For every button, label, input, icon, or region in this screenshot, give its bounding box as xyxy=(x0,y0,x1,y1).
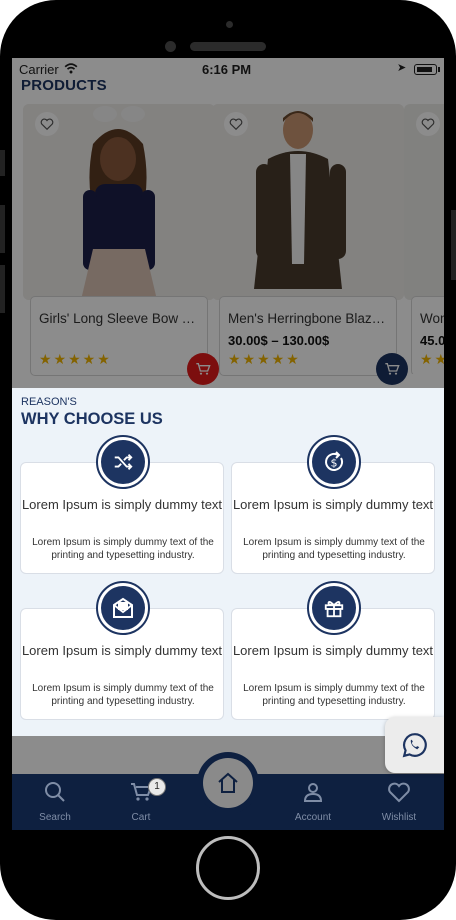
reason-description: Lorem Ipsum is simply dummy text of the … xyxy=(243,537,425,561)
section-title: WHY CHOOSE US xyxy=(21,410,163,428)
phone-frame: PRODUCTS Girls' Long Sleeve Bow Top ★★★★… xyxy=(0,0,456,920)
reason-title: Lorem Ipsum is simply dummy text xyxy=(21,643,223,658)
clock: 6:16 PM xyxy=(202,62,252,77)
reason-title: Lorem Ipsum is simply dummy text xyxy=(21,497,223,512)
envelope-icon xyxy=(96,581,150,635)
reason-card: $ Lorem Ipsum is simply dummy text Lorem… xyxy=(231,435,435,574)
status-bar: Carrier 6:16 PM ➤ xyxy=(12,58,444,78)
power-button xyxy=(451,210,456,280)
heart-icon xyxy=(388,782,410,803)
reason-card: Lorem Ipsum is simply dummy text Lorem I… xyxy=(231,581,435,720)
reason-card: Lorem Ipsum is simply dummy text Lorem I… xyxy=(20,581,224,720)
proximity-sensor xyxy=(226,21,233,28)
earpiece-speaker xyxy=(190,42,266,51)
battery-cap xyxy=(438,67,440,72)
volume-down-button xyxy=(0,265,5,313)
tab-account[interactable]: Account xyxy=(270,774,356,830)
tab-search[interactable]: Search xyxy=(12,774,98,830)
dollar-refresh-icon: $ xyxy=(307,435,361,489)
reason-title: Lorem Ipsum is simply dummy text xyxy=(232,643,434,658)
tab-label: Account xyxy=(294,812,332,823)
tab-label: Search xyxy=(39,812,71,823)
front-camera xyxy=(165,41,176,52)
mute-switch xyxy=(0,150,5,176)
gift-icon xyxy=(307,581,361,635)
svg-text:$: $ xyxy=(331,457,338,470)
tab-cart[interactable]: Cart xyxy=(98,774,184,830)
dim-overlay xyxy=(12,58,444,388)
app-screen: PRODUCTS Girls' Long Sleeve Bow Top ★★★★… xyxy=(12,58,444,830)
whatsapp-chat-button[interactable] xyxy=(385,717,444,773)
reason-description: Lorem Ipsum is simply dummy text of the … xyxy=(32,537,214,561)
wifi-icon xyxy=(64,62,78,77)
home-tab-button[interactable] xyxy=(197,752,259,814)
section-kicker: REASON'S xyxy=(21,396,77,408)
reason-description: Lorem Ipsum is simply dummy text of the … xyxy=(243,683,425,707)
reason-description: Lorem Ipsum is simply dummy text of the … xyxy=(32,683,214,707)
tab-label: Cart xyxy=(131,812,151,823)
cart-count-badge: 1 xyxy=(148,778,166,796)
home-hardware-button[interactable] xyxy=(196,836,260,900)
reason-title: Lorem Ipsum is simply dummy text xyxy=(232,497,434,512)
why-choose-section: REASON'S WHY CHOOSE US Lorem Ipsum is si… xyxy=(12,388,444,736)
search-icon xyxy=(45,782,65,802)
carrier-label: Carrier xyxy=(19,62,59,77)
battery-icon xyxy=(414,64,437,75)
reason-card: Lorem Ipsum is simply dummy text Lorem I… xyxy=(20,435,224,574)
volume-up-button xyxy=(0,205,5,253)
shuffle-icon xyxy=(96,435,150,489)
location-arrow-icon: ➤ xyxy=(397,62,407,74)
user-icon xyxy=(303,783,323,802)
tab-wishlist[interactable]: Wishlist xyxy=(356,774,442,830)
whatsapp-icon xyxy=(402,733,427,758)
home-icon xyxy=(218,772,238,793)
tab-label: Wishlist xyxy=(381,812,417,823)
